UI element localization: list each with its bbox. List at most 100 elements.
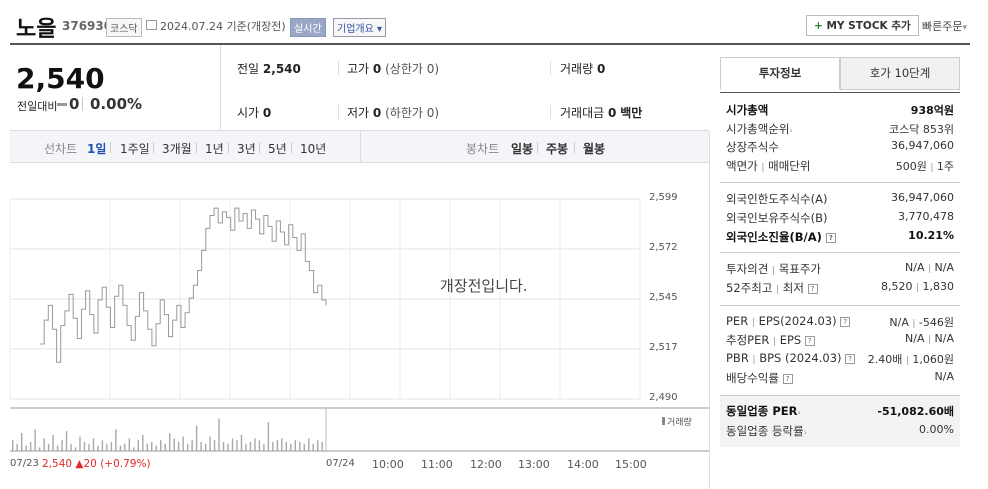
x-tick-label: 07/23 (10, 458, 39, 469)
volume-bar (25, 445, 27, 451)
divider (153, 142, 154, 153)
prev-day-price: 2,540 (42, 458, 73, 470)
volume-bar (191, 440, 193, 451)
change-value: 0 (69, 95, 80, 113)
volume-bar (213, 440, 216, 451)
volume-bar (249, 442, 252, 451)
volume-bar (52, 434, 54, 451)
help-icon[interactable]: ? (807, 283, 818, 294)
open-price: 시가 0 (237, 104, 271, 121)
tab-weekly-candle[interactable]: 주봉 (546, 140, 568, 157)
est-eps-label: EPS (779, 333, 802, 347)
arrow-right-icon: › (797, 408, 801, 417)
tab-order-book-10[interactable]: 호가 10단계 (840, 57, 960, 90)
tab-1-day[interactable]: 1일 (87, 140, 106, 157)
pbr-label: PBR (726, 351, 749, 365)
volume-label: 거래량 (560, 62, 594, 76)
low-value: 0 (372, 106, 382, 120)
foreign-limit-row: 외국인한도주식수(A) 36,947,060 (726, 191, 954, 209)
trade-unit-value: 1주 (936, 160, 954, 173)
volume-bar (20, 433, 23, 451)
cap-rank-row: 시가총액순위› 코스닥 853위 (726, 121, 954, 139)
volume-bar (115, 429, 117, 451)
tab-1-year[interactable]: 1년 (205, 140, 224, 157)
volume-bar (240, 434, 243, 451)
tab-1-week[interactable]: 1주일 (120, 140, 150, 157)
volume-bar (254, 438, 256, 451)
target-price-label: 목표주가 (778, 262, 822, 276)
tab-3-years[interactable]: 3년 (237, 140, 256, 157)
volume-bar (106, 443, 108, 451)
shares-value: 36,947,060 (891, 139, 954, 152)
prev-close-label: 전일 (237, 62, 260, 76)
volume-bar (173, 438, 175, 451)
volume-bar (321, 442, 323, 451)
market-cap-value: 938억원 (910, 104, 954, 117)
tab-10-years[interactable]: 10년 (300, 140, 326, 157)
help-icon[interactable]: ? (825, 232, 836, 243)
open-value: 0 (262, 106, 272, 120)
stock-name: 노을 (16, 17, 57, 42)
current-price: 2,540 (16, 62, 105, 95)
divider: | (761, 163, 765, 173)
volume-bar (218, 418, 220, 451)
foreign-hold-row: 외국인보유주식수(B) 3,770,478 (726, 210, 954, 228)
volume-bar (227, 443, 229, 451)
market-badge: 코스닥 (106, 18, 142, 37)
sector-per-row: 동일업종 PER› -51,082.60배 (726, 403, 954, 421)
divider (338, 105, 339, 119)
divider: | (776, 285, 780, 295)
y-tick-label: 2,572 (649, 242, 678, 253)
pre-market-notice: 개장전입니다. (440, 277, 528, 295)
volume-bar (83, 442, 86, 451)
x-tick-label: 12:00 (470, 458, 502, 471)
volume-bar (164, 443, 166, 451)
x-tick-label: 10:00 (372, 458, 404, 471)
divider (228, 142, 229, 153)
help-icon[interactable]: ? (804, 335, 815, 346)
realtime-button[interactable]: 실시간 (290, 18, 326, 37)
volume-bar (16, 443, 18, 451)
volume-bar (133, 447, 135, 451)
tab-investment-info[interactable]: 투자정보 (720, 57, 840, 90)
help-icon[interactable]: ? (845, 353, 856, 364)
sector-per-label: 동일업종 PER (726, 404, 798, 418)
company-overview-dropdown[interactable]: 기업개요 ▾ (333, 18, 387, 37)
price-chart (9, 198, 709, 452)
volume-bar (12, 440, 14, 451)
volume-bar (128, 438, 131, 451)
sector-rate-row: 동일업종 등락률› 0.00% (726, 423, 954, 441)
tab-3-months[interactable]: 3개월 (162, 140, 192, 157)
help-icon[interactable]: ? (840, 316, 851, 327)
volume-bar (38, 447, 41, 451)
per-row: PER | EPS(2024.03) ? N/A | -546원 (726, 314, 954, 332)
high-value: 0 (372, 62, 382, 76)
amount-label: 거래대금 (560, 106, 605, 120)
bps-label: BPS (2024.03) (759, 351, 842, 365)
my-stock-add-button[interactable]: + MY STOCK 추가 (806, 15, 919, 36)
sector-rate-label: 동일업종 등락률 (726, 424, 804, 438)
help-icon[interactable]: ? (782, 373, 793, 384)
divider: | (927, 335, 932, 345)
volume-bar (88, 443, 90, 451)
eps-value: -546원 (918, 316, 954, 329)
flat-change-icon (57, 103, 67, 106)
tab-5-years[interactable]: 5년 (268, 140, 287, 157)
cap-rank-label: 시가총액순위 (726, 122, 790, 136)
volume-bar (34, 429, 36, 451)
prev-day-percent: (+0.79%) (100, 458, 151, 470)
price-series (40, 207, 327, 363)
volume-bar (61, 440, 63, 451)
x-tick-label: 13:00 (518, 458, 550, 471)
volume-bar (200, 442, 202, 451)
shares-row: 상장주식수 36,947,060 (726, 139, 954, 157)
tab-monthly-candle[interactable]: 월봉 (583, 140, 605, 157)
volume-bar (155, 445, 157, 451)
tab-daily-candle[interactable]: 일봉 (511, 140, 533, 157)
volume-bar (272, 442, 274, 451)
quick-order-button[interactable]: 빠른주문▾ (922, 18, 967, 34)
y-tick-label: 2,545 (649, 292, 678, 303)
volume-bar (47, 443, 50, 451)
divider: | (773, 337, 777, 347)
volume-legend-label: 거래량 (667, 418, 692, 428)
